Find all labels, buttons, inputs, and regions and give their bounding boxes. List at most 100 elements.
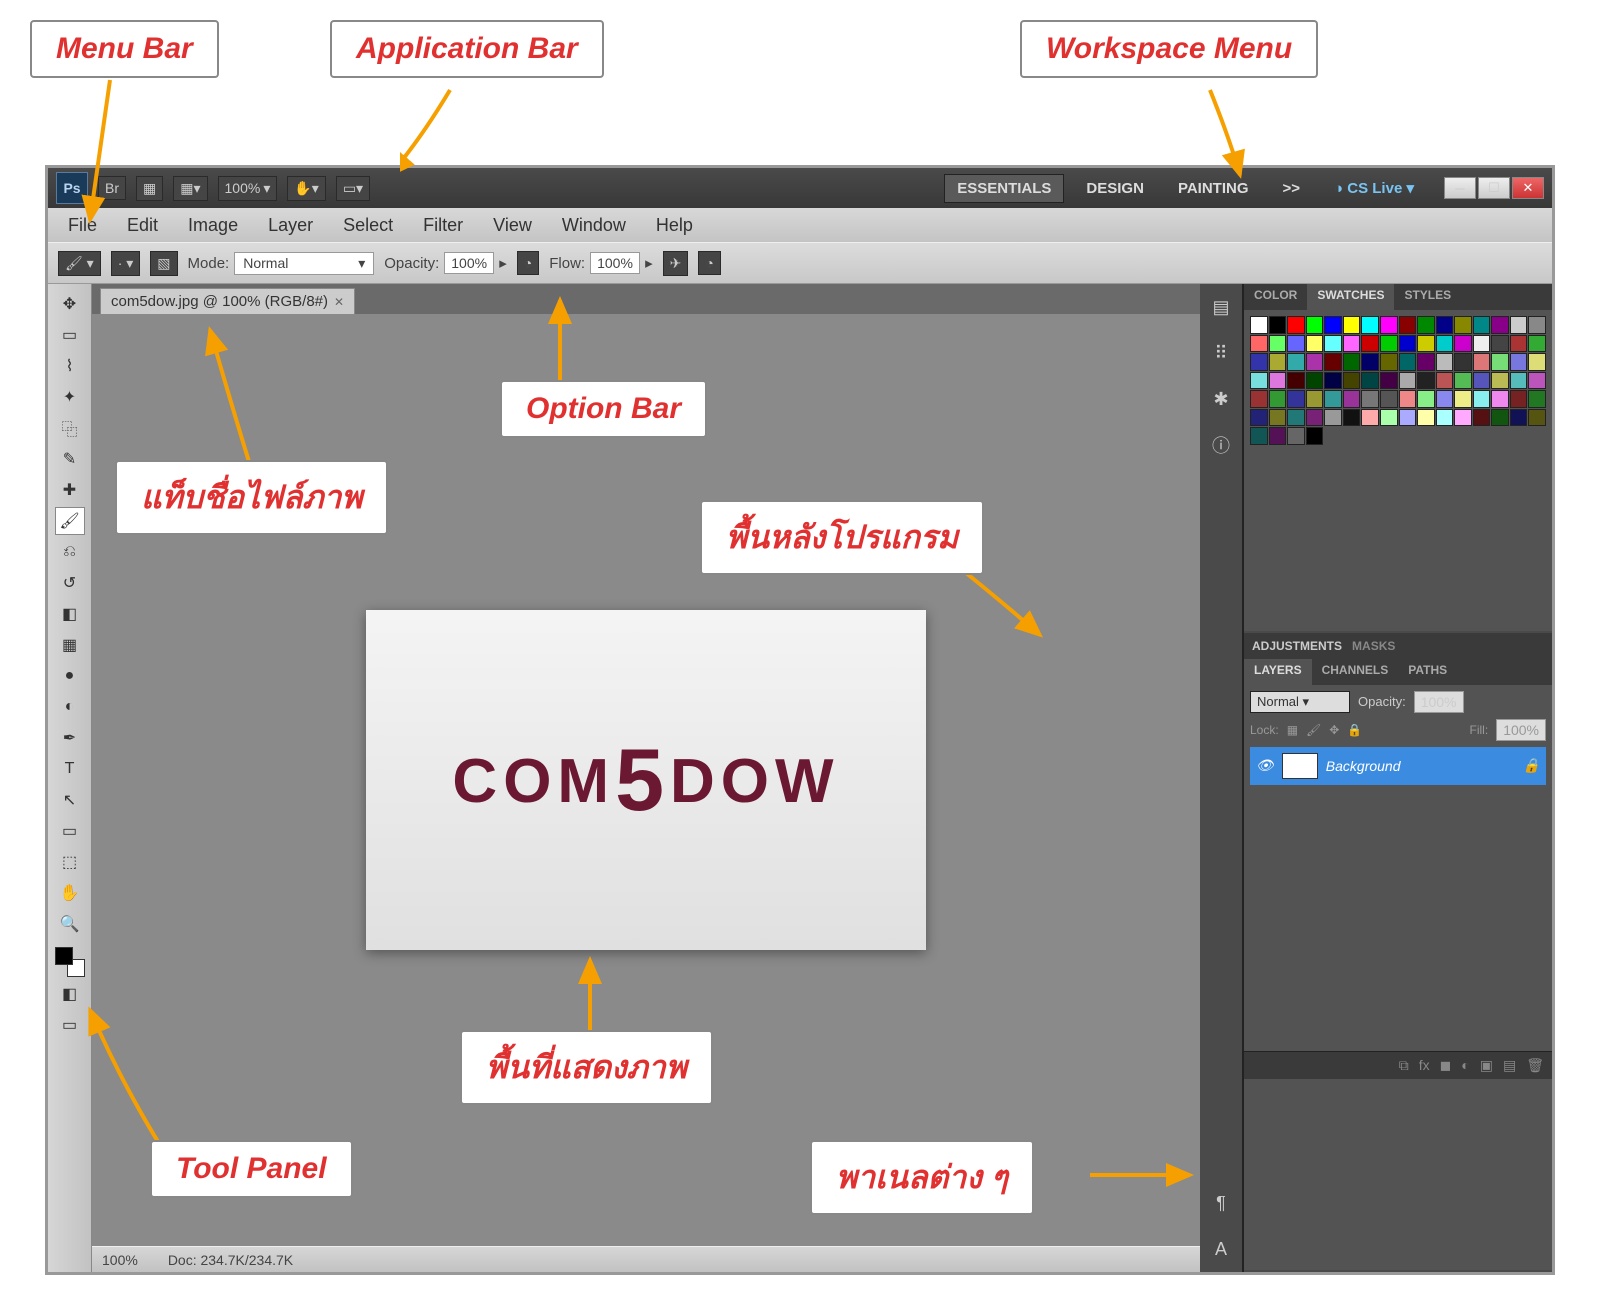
type-tool[interactable]: T [55, 755, 85, 783]
swatch[interactable] [1417, 409, 1435, 427]
swatch[interactable] [1269, 372, 1287, 390]
swatch[interactable] [1250, 427, 1268, 445]
swatch[interactable] [1528, 316, 1546, 334]
swatch[interactable] [1491, 353, 1509, 371]
swatch[interactable] [1528, 409, 1546, 427]
char-panel-icon[interactable]: ¶ [1208, 1190, 1234, 1216]
crop-tool[interactable]: ⿻ [55, 414, 85, 442]
swatch[interactable] [1380, 390, 1398, 408]
group-icon[interactable]: ▣ [1480, 1057, 1493, 1074]
swatch[interactable] [1306, 353, 1324, 371]
swatch[interactable] [1269, 353, 1287, 371]
history-brush-tool[interactable]: ↺ [55, 569, 85, 597]
swatch[interactable] [1399, 372, 1417, 390]
path-tool[interactable]: ↖ [55, 786, 85, 814]
color-tab[interactable]: COLOR [1244, 284, 1307, 310]
zoom-level[interactable]: 100% ▾ [218, 176, 278, 201]
link-layers-icon[interactable]: ⧉ [1399, 1057, 1409, 1074]
swatch[interactable] [1269, 316, 1287, 334]
menu-filter[interactable]: Filter [409, 211, 477, 240]
swatch[interactable] [1324, 409, 1342, 427]
swatch[interactable] [1473, 409, 1491, 427]
swatch[interactable] [1510, 409, 1528, 427]
styles-tab[interactable]: STYLES [1394, 284, 1461, 310]
swatch[interactable] [1510, 372, 1528, 390]
airbrush-icon[interactable]: ✈ [663, 251, 689, 276]
swatch[interactable] [1343, 316, 1361, 334]
adjustments-panel-header[interactable]: ADJUSTMENTS MASKS [1244, 633, 1552, 659]
blend-mode-select[interactable]: Normal ▾ [1250, 691, 1350, 713]
menu-view[interactable]: View [479, 211, 546, 240]
swatch[interactable] [1324, 390, 1342, 408]
swatch[interactable] [1343, 335, 1361, 353]
swatch[interactable] [1380, 353, 1398, 371]
swatch[interactable] [1324, 335, 1342, 353]
workspace-painting[interactable]: PAINTING [1166, 175, 1261, 202]
swatch[interactable] [1306, 335, 1324, 353]
adjustment-layer-icon[interactable]: ◐ [1461, 1057, 1469, 1073]
layers-tab[interactable]: LAYERS [1244, 659, 1312, 685]
menu-image[interactable]: Image [174, 211, 252, 240]
shape-tool[interactable]: ▭ [55, 817, 85, 845]
swatch[interactable] [1491, 409, 1509, 427]
workspace-design[interactable]: DESIGN [1074, 175, 1156, 202]
cs-live-button[interactable]: ◑ CS Live ▾ [1322, 174, 1426, 202]
mode-select[interactable]: Normal▾ [234, 252, 374, 275]
swatch[interactable] [1287, 335, 1305, 353]
document-tab[interactable]: com5dow.jpg @ 100% (RGB/8#)✕ [100, 288, 355, 314]
swatch[interactable] [1250, 390, 1268, 408]
screen-mode-icon[interactable]: ▭▾ [336, 176, 370, 201]
mask-icon[interactable]: ◼ [1440, 1057, 1452, 1074]
swatch[interactable] [1436, 409, 1454, 427]
swatch[interactable] [1343, 353, 1361, 371]
swatch[interactable] [1287, 316, 1305, 334]
canvas-background[interactable]: COM5DOW [92, 314, 1200, 1246]
swatch[interactable] [1473, 372, 1491, 390]
brush-tool-preset[interactable]: 🖌 ▾ [58, 251, 101, 276]
swatch[interactable] [1361, 316, 1379, 334]
swatch[interactable] [1528, 335, 1546, 353]
swatch[interactable] [1528, 390, 1546, 408]
menu-layer[interactable]: Layer [254, 211, 327, 240]
workspace-essentials[interactable]: ESSENTIALS [944, 174, 1064, 203]
color-swatches[interactable] [55, 947, 85, 977]
swatch[interactable] [1324, 316, 1342, 334]
para-panel-icon[interactable]: A [1208, 1236, 1234, 1262]
menu-edit[interactable]: Edit [113, 211, 172, 240]
swatch[interactable] [1399, 316, 1417, 334]
healing-tool[interactable]: ✚ [55, 476, 85, 504]
swatch[interactable] [1454, 316, 1472, 334]
move-tool[interactable]: ✥ [55, 290, 85, 318]
swatch[interactable] [1510, 390, 1528, 408]
swatch[interactable] [1473, 316, 1491, 334]
swatch[interactable] [1250, 372, 1268, 390]
swatch[interactable] [1510, 316, 1528, 334]
gradient-tool[interactable]: ▦ [55, 631, 85, 659]
flow-stepper[interactable]: ▸ [645, 254, 653, 272]
workspace-more[interactable]: >> [1271, 175, 1313, 202]
lock-move-icon[interactable]: ✥ [1329, 723, 1339, 737]
marquee-tool[interactable]: ▭ [55, 321, 85, 349]
swatch[interactable] [1417, 335, 1435, 353]
swatch[interactable] [1491, 316, 1509, 334]
swatch[interactable] [1491, 335, 1509, 353]
swatch[interactable] [1361, 372, 1379, 390]
menu-window[interactable]: Window [548, 211, 640, 240]
pressure-opacity-icon[interactable]: ◔ [517, 251, 539, 275]
lock-brush-icon[interactable]: 🖌 [1306, 723, 1321, 737]
swatch[interactable] [1436, 390, 1454, 408]
swatch[interactable] [1399, 335, 1417, 353]
menu-help[interactable]: Help [642, 211, 707, 240]
hand-tool[interactable]: ✋ [55, 879, 85, 907]
swatches-grid[interactable] [1244, 310, 1552, 451]
status-zoom[interactable]: 100% [102, 1252, 138, 1268]
history-panel-icon[interactable]: ▤ [1208, 294, 1234, 320]
opacity-input[interactable]: 100% [444, 252, 494, 274]
close-button[interactable]: ✕ [1512, 177, 1544, 199]
brush-preset-picker[interactable]: · ▾ [111, 251, 141, 276]
swatch[interactable] [1473, 353, 1491, 371]
swatch[interactable] [1306, 316, 1324, 334]
swatch[interactable] [1306, 390, 1324, 408]
lock-all-icon[interactable]: 🔒 [1347, 723, 1362, 737]
swatches-tab[interactable]: SWATCHES [1307, 284, 1394, 310]
